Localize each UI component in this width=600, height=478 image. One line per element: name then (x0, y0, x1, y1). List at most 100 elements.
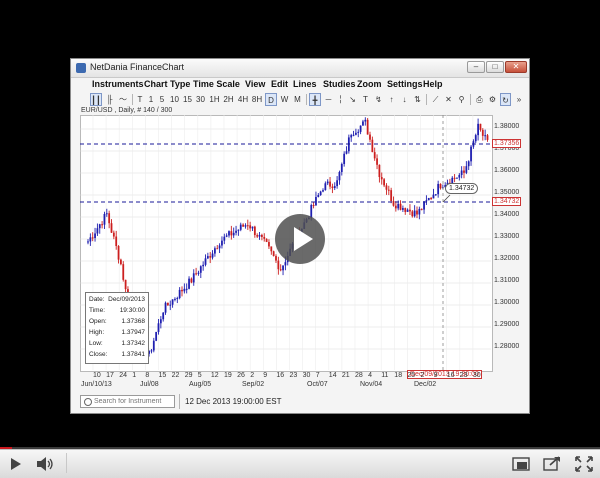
settings-icon[interactable]: ⚙ (487, 93, 498, 106)
trendline-icon[interactable]: ↘ (347, 93, 358, 106)
candle-body (364, 119, 367, 122)
share-icon[interactable] (543, 456, 561, 472)
info-label: Date: (89, 296, 105, 303)
menu-chart-type[interactable]: Chart Type (144, 79, 190, 89)
pin-icon[interactable]: ⚲ (456, 93, 467, 106)
bar-chart-icon[interactable]: ╟ (104, 93, 115, 106)
candle-body (105, 213, 108, 215)
date-tick-label: 17 (106, 372, 114, 379)
more-tools-icon[interactable]: » (514, 93, 524, 106)
candle-body (89, 237, 92, 242)
minimize-button[interactable]: – (467, 61, 485, 73)
title-bar[interactable]: NetDania FinanceChart – □ ✕ (71, 59, 529, 78)
date-tick-label: 25 (407, 372, 416, 379)
draw-line-icon[interactable]: ⟋ (430, 93, 441, 106)
timescale-5m[interactable]: 5 (158, 93, 166, 106)
volume-icon[interactable] (36, 456, 56, 472)
timescale-1m[interactable]: 1 (147, 93, 155, 106)
candle-body (190, 278, 193, 283)
timescale-2h[interactable]: 2H (223, 93, 234, 106)
timescale-30m[interactable]: 30 (195, 93, 206, 106)
search-input[interactable] (94, 396, 174, 407)
date-tick-label: 24 (119, 372, 127, 379)
candle-body (380, 177, 383, 180)
candle-body (221, 240, 223, 246)
channel-icon[interactable]: ⇅ (412, 93, 423, 106)
fibonacci-icon[interactable]: ↯ (373, 93, 384, 106)
candle-body (434, 194, 437, 196)
candle-body (453, 177, 456, 179)
candle-body (162, 312, 165, 320)
timescale-8h[interactable]: 8H (251, 93, 263, 106)
horizontal-line-icon[interactable]: ─ (323, 93, 334, 106)
menu-edit[interactable]: Edit (271, 79, 288, 89)
candle-body (418, 208, 421, 215)
timescale-1h[interactable]: 1H (209, 93, 220, 106)
menu-instruments[interactable]: Instruments (92, 79, 144, 89)
candle-body (456, 177, 458, 179)
candle-body (204, 258, 207, 265)
vertical-line-icon[interactable]: ╎ (336, 93, 345, 106)
candle-body (152, 340, 155, 351)
timescale-daily[interactable]: D (265, 93, 277, 106)
miniplayer-icon[interactable] (512, 457, 530, 471)
info-value: 1.37342 (121, 340, 146, 347)
menu-time-scale[interactable]: Time Scale (193, 79, 240, 89)
toolbar-separator (426, 94, 427, 105)
candle-body (122, 264, 125, 280)
video-play-button[interactable] (275, 214, 325, 264)
timescale-10m[interactable]: 10 (169, 93, 180, 106)
timescale-4h[interactable]: 4H (237, 93, 249, 106)
timescale-15m[interactable]: 15 (182, 93, 193, 106)
date-tick-label: 4 (368, 372, 372, 379)
month-label: Dec/02 (414, 381, 437, 388)
menu-lines[interactable]: Lines (293, 79, 317, 89)
play-control-icon[interactable] (9, 456, 23, 472)
timescale-t[interactable]: T (136, 93, 144, 106)
maximize-button[interactable]: □ (486, 61, 504, 73)
text-icon[interactable]: T (360, 93, 371, 106)
timescale-monthly[interactable]: M (292, 93, 303, 106)
date-tick-label: 23 (289, 372, 298, 379)
candle-body (470, 146, 472, 162)
date-tick-label: 10 (93, 372, 101, 379)
candle-body (181, 289, 183, 292)
candle-body (373, 152, 376, 159)
price-label: 1.36000 (494, 167, 520, 174)
arrow-up-icon[interactable]: ↑ (386, 93, 397, 106)
info-label: Low: (89, 340, 103, 347)
fullscreen-icon[interactable] (575, 456, 593, 472)
candle-body (479, 123, 482, 130)
date-tick-label: 21 (341, 372, 350, 379)
menu-zoom[interactable]: Zoom (357, 79, 382, 89)
candle-body (178, 289, 181, 299)
candle-body (319, 191, 322, 196)
delete-icon[interactable]: ✕ (443, 93, 454, 106)
line-chart-icon[interactable]: 〜 (117, 93, 129, 106)
price-label: 1.31000 (494, 277, 520, 284)
timescale-weekly[interactable]: W (279, 93, 290, 106)
date-tick-label: 8 (145, 372, 150, 379)
candle-body (430, 197, 432, 199)
menu-view[interactable]: View (245, 79, 265, 89)
candle-body (326, 181, 329, 184)
crosshair-icon[interactable]: ╋ (309, 93, 321, 106)
arrow-down-icon[interactable]: ↓ (399, 93, 410, 106)
menu-help[interactable]: Help (423, 79, 443, 89)
date-tick-label: 9 (433, 372, 438, 379)
price-label: 1.38000 (494, 123, 520, 130)
candlestick-chart-icon[interactable]: ┃┃ (90, 93, 102, 106)
date-tick-label: 30 (472, 372, 481, 379)
refresh-icon[interactable]: ↻ (500, 93, 511, 106)
print-icon[interactable]: ⎙ (474, 93, 485, 106)
month-label: Jun/10/13 (81, 381, 112, 388)
candle-body (228, 231, 230, 236)
candle-body (167, 302, 169, 306)
candle-body (223, 236, 226, 241)
candle-body (409, 209, 411, 212)
menu-studies[interactable]: Studies (323, 79, 356, 89)
candle-body (91, 237, 94, 239)
instrument-search-box[interactable] (80, 395, 175, 408)
menu-settings[interactable]: Settings (387, 79, 423, 89)
close-button[interactable]: ✕ (505, 61, 527, 73)
